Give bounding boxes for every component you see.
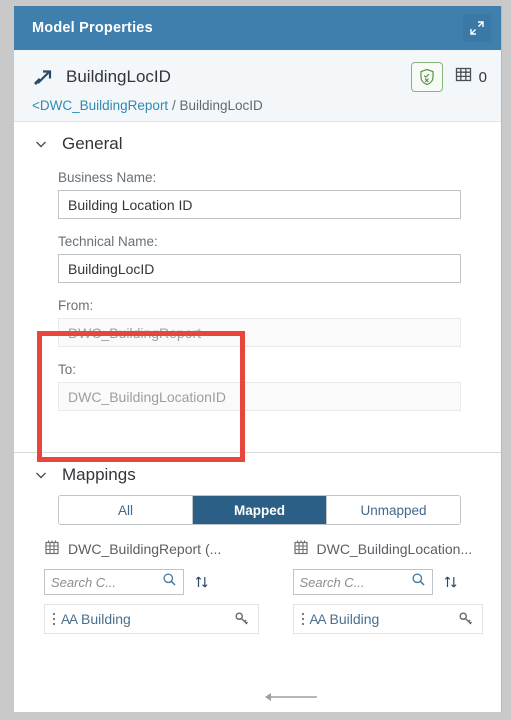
source-search-placeholder: Search C...	[51, 574, 117, 590]
source-entity: DWC_BuildingReport (...	[44, 539, 259, 559]
search-magnifier-icon[interactable]	[411, 572, 426, 592]
business-name-value: Building Location ID	[68, 196, 193, 213]
model-properties-panel: Model Properties BuildingLocID 0 <DWC_Bu…	[14, 6, 502, 718]
target-mapping-row[interactable]: AA Building	[292, 604, 483, 634]
technical-name-value: BuildingLocID	[68, 260, 155, 277]
source-mapping-row[interactable]: AA Building	[44, 604, 259, 634]
section-general: General Business Name: Building Location…	[14, 122, 501, 453]
from-input: DWC_BuildingReport	[58, 318, 461, 347]
mapping-columns: DWC_BuildingReport (... Search C... AA B…	[14, 539, 501, 634]
object-header-row: BuildingLocID 0	[32, 60, 487, 94]
from-value: DWC_BuildingReport	[68, 324, 202, 341]
business-name-input[interactable]: Building Location ID	[58, 190, 461, 219]
expand-fullscreen-icon[interactable]	[463, 14, 491, 42]
technical-name-input[interactable]: BuildingLocID	[58, 254, 461, 283]
chevron-down-icon[interactable]	[34, 137, 48, 151]
filter-tab-mapped[interactable]: Mapped	[193, 496, 327, 524]
source-search-input[interactable]: Search C...	[44, 569, 184, 595]
table-grid-icon	[455, 66, 472, 88]
search-magnifier-icon[interactable]	[162, 572, 177, 592]
target-search-placeholder: Search C...	[299, 574, 365, 590]
technical-name-label: Technical Name:	[58, 234, 158, 249]
text-type-icon: AA	[61, 611, 78, 627]
general-section-header[interactable]: General	[14, 122, 501, 164]
general-form: Business Name: Building Location ID Tech…	[14, 164, 501, 411]
source-entity-name: DWC_BuildingReport (...	[68, 541, 222, 557]
record-count: 0	[455, 66, 487, 88]
filter-tab-unmapped[interactable]: Unmapped	[327, 496, 460, 524]
breadcrumb-separator: /	[168, 98, 180, 113]
source-search-row: Search C...	[44, 569, 259, 595]
mappings-section-title: Mappings	[62, 465, 136, 484]
target-search-input[interactable]: Search C...	[292, 569, 433, 595]
object-header: BuildingLocID 0 <DWC_BuildingReport / Bu…	[14, 50, 501, 122]
table-entity-icon	[44, 539, 60, 559]
target-entity-name: DWC_BuildingLocation...	[316, 541, 473, 557]
key-icon[interactable]	[458, 611, 474, 627]
mapping-target-column: DWC_BuildingLocation... Search C... AA B…	[269, 539, 494, 634]
chevron-down-icon[interactable]	[34, 468, 48, 482]
target-entity: DWC_BuildingLocation...	[293, 539, 484, 559]
drag-dots-icon[interactable]	[298, 611, 308, 627]
mappings-section-header[interactable]: Mappings	[14, 453, 501, 495]
object-header-actions: 0	[410, 62, 487, 92]
key-icon[interactable]	[234, 611, 250, 627]
breadcrumb-current: BuildingLocID	[179, 98, 263, 113]
target-search-row: Search C...	[292, 569, 484, 595]
table-entity-icon	[293, 539, 309, 559]
target-sort-icon[interactable]	[443, 574, 459, 590]
association-arrow-icon	[32, 65, 60, 89]
source-mapping-label: Building	[81, 611, 131, 627]
mapping-connector-line	[265, 693, 317, 701]
filter-tab-all[interactable]: All	[59, 496, 193, 524]
mapping-filter-tabs: All Mapped Unmapped	[58, 495, 461, 525]
general-section-title: General	[62, 134, 123, 153]
breadcrumb-parent-link[interactable]: <DWC_BuildingReport	[32, 98, 168, 113]
source-sort-icon[interactable]	[194, 574, 210, 590]
panel-titlebar: Model Properties	[14, 6, 501, 50]
shield-validation-icon[interactable]	[410, 62, 443, 92]
from-label: From:	[58, 298, 94, 313]
breadcrumb: <DWC_BuildingReport / BuildingLocID	[32, 98, 487, 113]
panel-title: Model Properties	[32, 20, 153, 36]
window-bottom-edge	[0, 712, 511, 720]
record-count-value: 0	[478, 68, 487, 86]
text-type-icon: AA	[309, 611, 327, 627]
to-input: DWC_BuildingLocationID	[58, 382, 461, 411]
mapping-source-column: DWC_BuildingReport (... Search C... AA B…	[44, 539, 269, 634]
target-mapping-label: Building	[329, 611, 380, 627]
to-value: DWC_BuildingLocationID	[68, 388, 226, 405]
section-mappings: Mappings All Mapped Unmapped DWC_Buildin…	[14, 453, 501, 634]
drag-dots-icon[interactable]	[49, 611, 59, 627]
object-name: BuildingLocID	[66, 67, 171, 86]
to-label: To:	[58, 362, 77, 377]
business-name-label: Business Name:	[58, 170, 157, 185]
